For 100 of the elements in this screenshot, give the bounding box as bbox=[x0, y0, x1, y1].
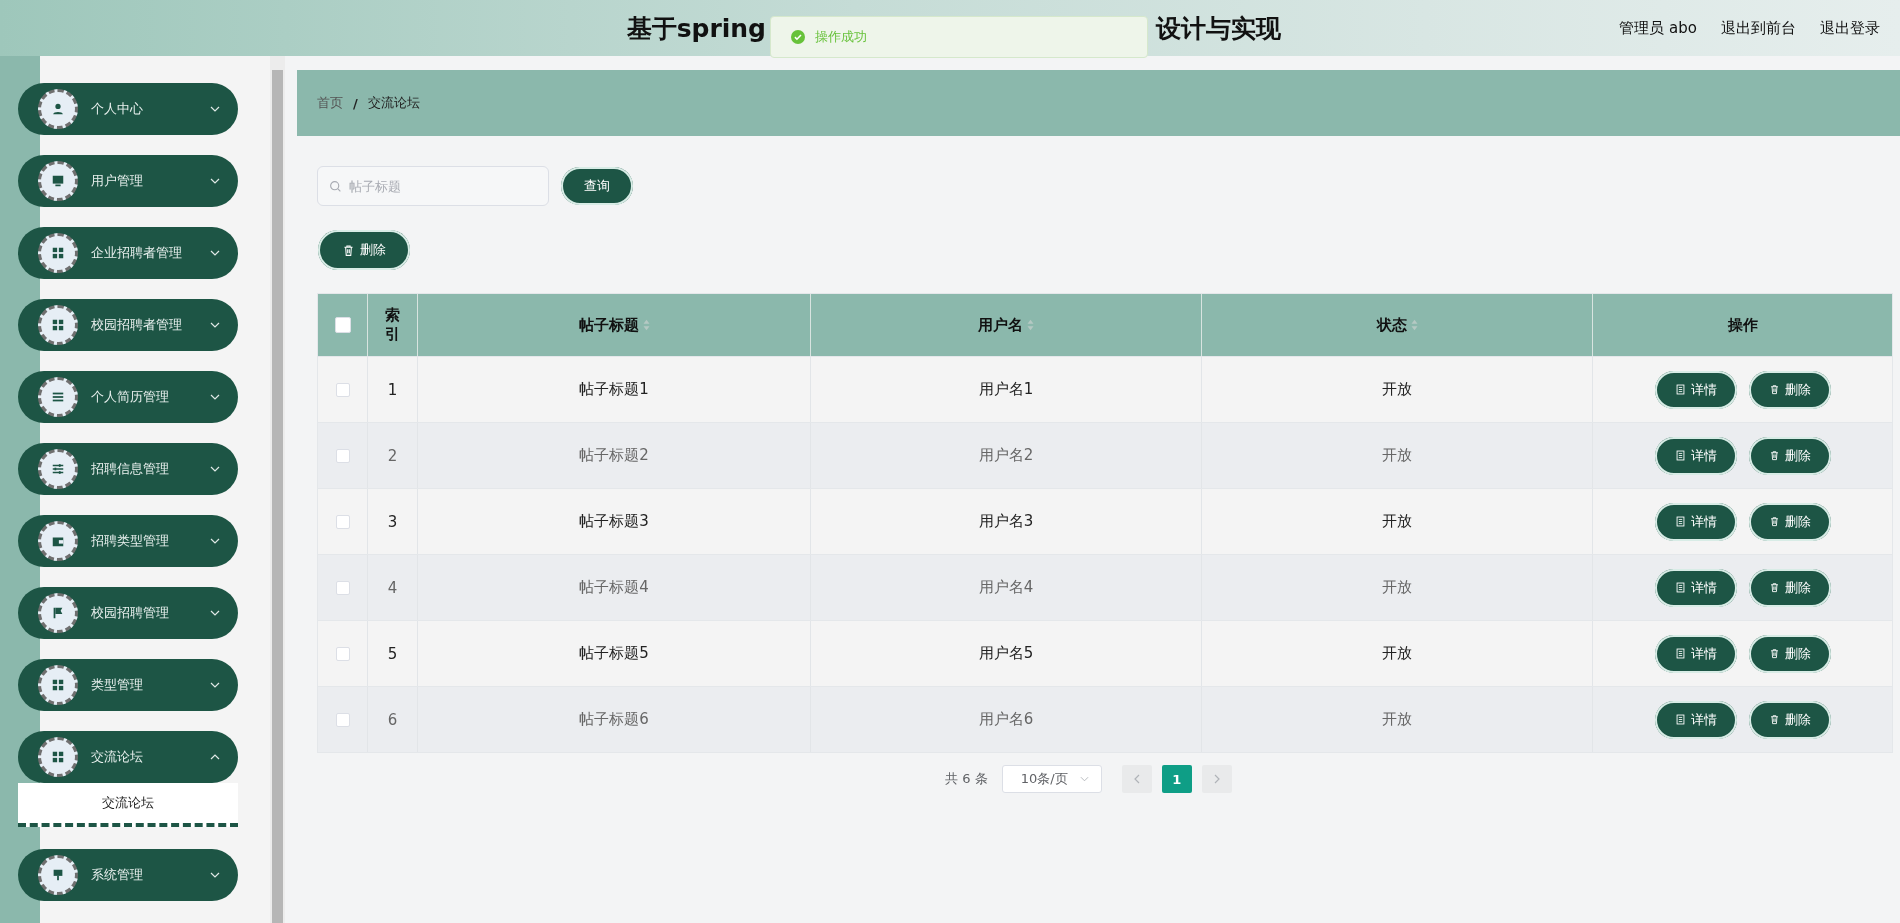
previous-page-button[interactable] bbox=[1121, 765, 1152, 793]
column-header: 帖子标题 bbox=[578, 315, 639, 335]
grid-icon bbox=[38, 737, 78, 777]
chevron-icon bbox=[210, 178, 220, 184]
details-button[interactable]: 详情 bbox=[1654, 568, 1737, 607]
monitor-icon bbox=[38, 161, 78, 201]
table-cell: 帖子标题6 bbox=[579, 710, 649, 729]
delete-button[interactable]: 删除 bbox=[1748, 700, 1831, 739]
table-cell: 用户名2 bbox=[978, 446, 1034, 465]
table-cell: 开放 bbox=[1382, 512, 1412, 531]
header-link[interactable]: 退出到前台 bbox=[1721, 18, 1796, 38]
document-icon bbox=[1674, 714, 1686, 725]
chevron-icon bbox=[210, 872, 220, 878]
search-button[interactable]: 查询 bbox=[561, 167, 633, 205]
sort-icon[interactable] bbox=[1027, 319, 1034, 331]
table-cell: 帖子标题3 bbox=[579, 512, 649, 531]
chevron-left-icon bbox=[1133, 774, 1140, 784]
table-cell: 开放 bbox=[1382, 380, 1412, 399]
search-field[interactable]: 帖子标题 bbox=[317, 166, 549, 206]
select-all-checkbox[interactable] bbox=[334, 317, 351, 333]
breadcrumb-link[interactable]: 首页 bbox=[317, 94, 343, 112]
column-header: 用户名 bbox=[978, 315, 1023, 335]
row-checkbox[interactable] bbox=[335, 382, 350, 397]
table-cell: 帖子标题5 bbox=[579, 644, 649, 663]
delete-button[interactable]: 删除 bbox=[1748, 502, 1831, 541]
breadcrumb-separator: / bbox=[353, 95, 358, 111]
check-circle-icon bbox=[791, 30, 805, 44]
trash-icon bbox=[1768, 714, 1780, 725]
table-cell: 用户名3 bbox=[978, 512, 1034, 531]
table-cell: 用户名1 bbox=[978, 380, 1034, 399]
sidebar-menu-item[interactable]: 个人中心 bbox=[18, 83, 238, 135]
table-cell: 开放 bbox=[1382, 446, 1412, 465]
grid-icon bbox=[38, 233, 78, 273]
breadcrumb-link[interactable]: 交流论坛 bbox=[367, 94, 420, 112]
table-cell: 3 bbox=[387, 512, 398, 531]
table-cell: 4 bbox=[387, 578, 398, 597]
row-checkbox[interactable] bbox=[335, 646, 350, 661]
table-cell: 帖子标题4 bbox=[579, 578, 649, 597]
chevron-icon bbox=[210, 682, 220, 688]
admin-user-label: 管理员 abo bbox=[1619, 18, 1697, 38]
sort-icon[interactable] bbox=[1410, 319, 1418, 331]
table-cell: 1 bbox=[387, 380, 398, 399]
trash-icon bbox=[1768, 450, 1780, 461]
sidebar-menu-item[interactable]: 系统管理 bbox=[18, 849, 238, 901]
chevron-icon bbox=[210, 538, 220, 544]
row-checkbox[interactable] bbox=[335, 448, 350, 463]
trash-icon bbox=[1768, 582, 1780, 593]
delete-button[interactable]: 删除 bbox=[1748, 568, 1831, 607]
sort-icon[interactable] bbox=[642, 319, 650, 331]
delete-button[interactable]: 删除 bbox=[1748, 436, 1831, 475]
details-button[interactable]: 详情 bbox=[1654, 502, 1737, 541]
sidebar-menu-item[interactable]: 类型管理 bbox=[18, 659, 238, 711]
chevron-icon bbox=[210, 394, 220, 400]
row-checkbox[interactable] bbox=[335, 580, 350, 595]
trash-icon bbox=[1768, 648, 1780, 659]
sidebar-menu-item[interactable]: 交流论坛 bbox=[18, 731, 238, 783]
chevron-icon bbox=[210, 250, 220, 256]
sidebar-menu-item[interactable]: 校园招聘管理 bbox=[18, 587, 238, 639]
page-size-select[interactable]: 10条/页 bbox=[1001, 765, 1102, 793]
site-title: 设计与实现 bbox=[1156, 12, 1281, 45]
toast-message: 操作成功 bbox=[815, 28, 867, 46]
scrollbar-thumb[interactable] bbox=[272, 70, 283, 923]
table-cell: 帖子标题1 bbox=[579, 380, 649, 399]
chevron-icon bbox=[210, 106, 220, 112]
table-cell: 2 bbox=[387, 446, 398, 465]
table-cell: 5 bbox=[387, 644, 398, 663]
next-page-button[interactable] bbox=[1201, 765, 1232, 793]
sidebar-menu-item[interactable]: 招聘类型管理 bbox=[18, 515, 238, 567]
document-icon bbox=[1674, 384, 1686, 395]
details-button[interactable]: 详情 bbox=[1654, 700, 1737, 739]
column-header: 操作 bbox=[1727, 315, 1758, 335]
grid-icon bbox=[38, 305, 78, 345]
delete-button[interactable]: 删除 bbox=[1748, 370, 1831, 409]
header-link[interactable]: 退出登录 bbox=[1820, 18, 1880, 38]
table-cell: 开放 bbox=[1382, 644, 1412, 663]
column-header: 状态 bbox=[1376, 315, 1407, 335]
trash-icon bbox=[342, 243, 355, 257]
delete-button[interactable]: 删除 bbox=[1748, 634, 1831, 673]
details-button[interactable]: 详情 bbox=[1654, 634, 1737, 673]
sidebar-menu-item[interactable]: 校园招聘者管理 bbox=[18, 299, 238, 351]
sidebar-menu-item[interactable]: 用户管理 bbox=[18, 155, 238, 207]
chevron-icon bbox=[210, 466, 220, 472]
document-icon bbox=[1674, 582, 1686, 593]
details-button[interactable]: 详情 bbox=[1654, 436, 1737, 475]
wallet-icon bbox=[38, 521, 78, 561]
details-button[interactable]: 详情 bbox=[1654, 370, 1737, 409]
sidebar-menu-item[interactable]: 招聘信息管理 bbox=[18, 443, 238, 495]
user-icon bbox=[38, 89, 78, 129]
document-icon bbox=[1674, 450, 1686, 461]
page-size-value: 10条/页 bbox=[1020, 770, 1068, 788]
row-checkbox[interactable] bbox=[335, 514, 350, 529]
delete-button[interactable]: 删除 bbox=[318, 230, 410, 270]
table-cell: 开放 bbox=[1382, 710, 1412, 729]
trash-icon bbox=[1768, 384, 1780, 395]
table-cell: 开放 bbox=[1382, 578, 1412, 597]
brush-icon bbox=[38, 855, 78, 895]
row-checkbox[interactable] bbox=[335, 712, 350, 727]
chevron-icon bbox=[1079, 776, 1089, 782]
sidebar-menu-item[interactable]: 企业招聘者管理 bbox=[18, 227, 238, 279]
sidebar-menu-item[interactable]: 个人简历管理 bbox=[18, 371, 238, 423]
